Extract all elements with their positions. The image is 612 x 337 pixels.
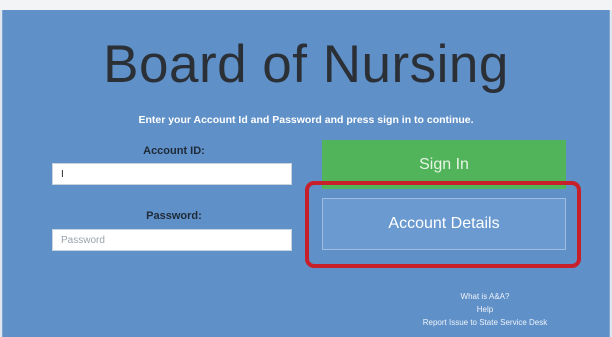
highlight-annotation <box>305 181 581 268</box>
password-label: Password: <box>146 210 202 222</box>
page-title: Board of Nursing <box>103 35 509 94</box>
what-is-link[interactable]: What is A&A? <box>380 290 590 303</box>
account-id-label: Account ID: <box>143 145 205 157</box>
password-input[interactable] <box>52 229 292 251</box>
help-link[interactable]: Help <box>380 303 590 316</box>
top-strip <box>0 0 612 10</box>
account-id-input[interactable] <box>52 163 292 185</box>
footer-links: What is A&A? Help Report Issue to State … <box>380 290 590 329</box>
login-instructions: Enter your Account Id and Password and p… <box>138 114 474 126</box>
report-issue-link[interactable]: Report Issue to State Service Desk <box>380 316 590 329</box>
